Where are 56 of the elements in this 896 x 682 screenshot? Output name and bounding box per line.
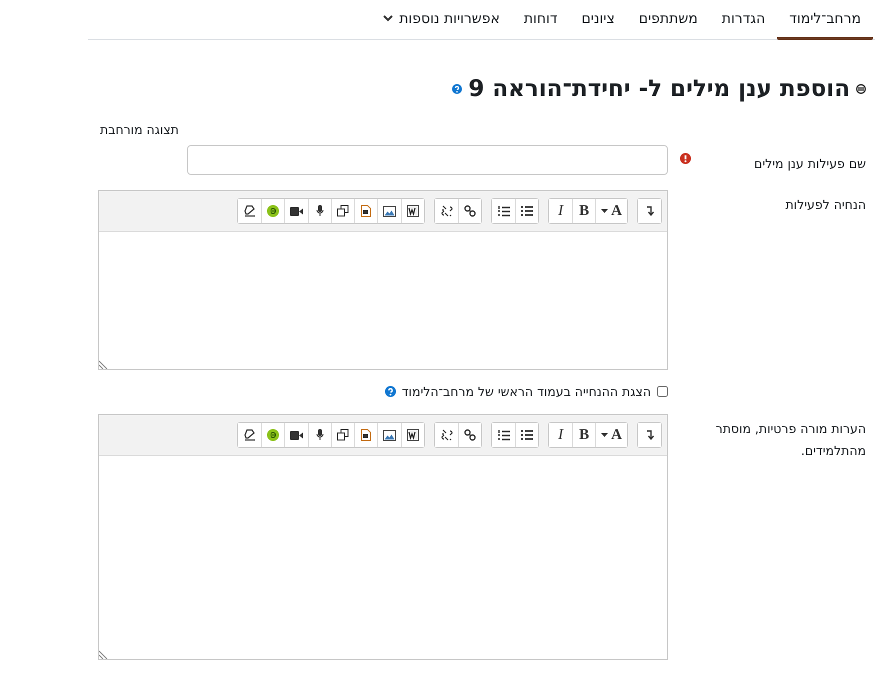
copy-icon bbox=[337, 205, 350, 217]
link-icon bbox=[464, 205, 476, 217]
copy-icon bbox=[337, 429, 350, 441]
link-button[interactable] bbox=[458, 423, 482, 447]
media-file-icon bbox=[361, 205, 372, 217]
numbered-list-icon bbox=[498, 430, 510, 440]
broken-link-icon bbox=[440, 205, 453, 217]
link-icon bbox=[464, 429, 476, 441]
help-icon[interactable] bbox=[384, 386, 396, 397]
video-camera-icon bbox=[290, 206, 304, 216]
arrow-icon bbox=[646, 206, 654, 216]
media-file-icon bbox=[361, 429, 372, 441]
checkbox-label: הצגת ההנחייה בעמוד הראשי של מרחב־הלימוד bbox=[402, 384, 651, 399]
document-icon bbox=[407, 429, 420, 441]
nav-tab[interactable]: משתתפים bbox=[626, 0, 710, 40]
list-icon bbox=[521, 206, 534, 216]
eraser-icon bbox=[244, 205, 256, 217]
plugin-icon bbox=[267, 429, 280, 441]
numbered-list-icon bbox=[498, 206, 510, 216]
eraser-icon bbox=[244, 429, 256, 441]
activity-icon bbox=[856, 84, 866, 94]
arrow-icon bbox=[646, 430, 654, 440]
field-label: שם פעילות ענן מילים bbox=[754, 155, 866, 173]
nav-tab[interactable]: דוחות bbox=[512, 0, 570, 40]
help-icon[interactable] bbox=[452, 84, 462, 94]
word-paste-button[interactable] bbox=[401, 199, 424, 223]
name-input-field[interactable] bbox=[187, 145, 668, 175]
bullet-list-button[interactable] bbox=[515, 199, 538, 223]
broken-link-icon bbox=[440, 429, 453, 441]
font-button[interactable]: A bbox=[595, 199, 627, 223]
word-paste-button[interactable] bbox=[401, 423, 424, 447]
font-button[interactable]: A bbox=[595, 423, 627, 447]
bullet-list-button[interactable] bbox=[515, 423, 538, 447]
field-label: הנחיה לפעילות bbox=[785, 196, 866, 214]
image-icon bbox=[383, 430, 396, 440]
video-camera-icon bbox=[290, 430, 304, 440]
resize-handle-icon[interactable] bbox=[99, 650, 108, 659]
plugin-icon bbox=[267, 205, 280, 217]
expand-all-link[interactable]: תצוגה מורחבת bbox=[100, 122, 179, 137]
field-label: הערות מורה פרטיות, מוסתר מהתלמידים. bbox=[714, 420, 866, 460]
caret-icon bbox=[383, 15, 394, 22]
nav-tab[interactable]: ציונים bbox=[569, 0, 627, 40]
checkbox[interactable] bbox=[657, 386, 668, 397]
nav-tab[interactable]: אפשרויות נוספות bbox=[371, 0, 512, 40]
document-icon bbox=[407, 205, 420, 217]
microphone-icon bbox=[316, 429, 324, 441]
list-icon bbox=[521, 430, 534, 440]
page-title: הוספת ענן מילים ל- יחידת־הוראה 9 bbox=[468, 76, 850, 102]
resize-handle-icon[interactable] bbox=[99, 360, 108, 369]
dropdown-caret-icon bbox=[601, 433, 608, 437]
nav-tab[interactable]: הגדרות bbox=[710, 0, 778, 40]
microphone-icon bbox=[316, 205, 324, 217]
nav-tab[interactable]: מרחב־לימוד bbox=[777, 0, 873, 40]
image-icon bbox=[383, 206, 396, 216]
link-button[interactable] bbox=[458, 199, 482, 223]
dropdown-caret-icon bbox=[601, 209, 608, 213]
